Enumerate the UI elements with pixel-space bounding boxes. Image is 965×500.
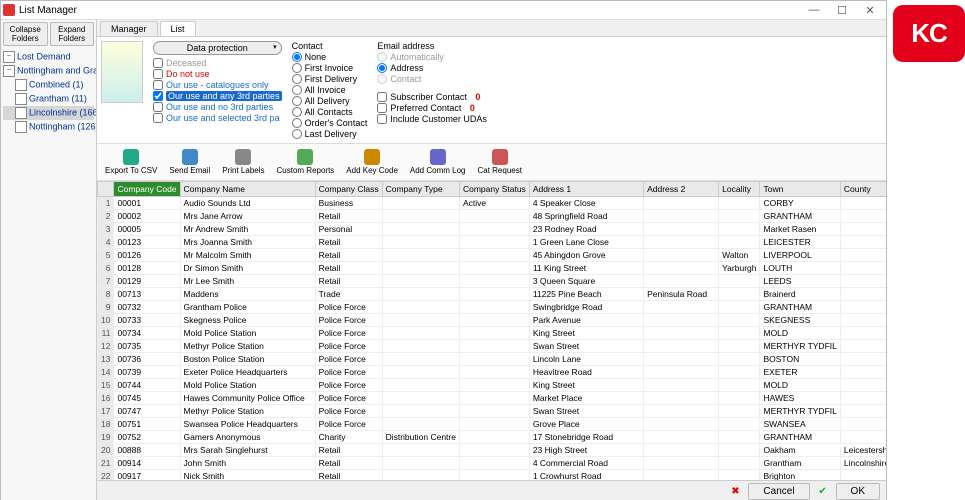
table-row[interactable]: 600128Dr Simon SmithRetail11 King Street… [98, 262, 887, 275]
tree-node[interactable]: Grantham (11) [3, 92, 94, 106]
folder-panel: Collapse Folders Expand Folders −Lost De… [1, 20, 97, 500]
ok-button[interactable]: OK [836, 483, 880, 500]
column-header[interactable]: Locality [719, 182, 760, 197]
dp-selected-3rd[interactable]: Our use and selected 3rd pa [153, 113, 282, 123]
tree-node[interactable]: −Nottingham and Grantham [3, 64, 94, 78]
table-row[interactable]: 200002Mrs Jane ArrowRetail48 Springfield… [98, 210, 887, 223]
ok-icon: ✔ [816, 484, 830, 498]
folder-tree[interactable]: −Lost Demand−Nottingham and GranthamComb… [1, 48, 96, 500]
table-row[interactable]: 1900752Gamers AnonymousCharityDistributi… [98, 431, 887, 444]
action-toolbar: Export To CSVSend EmailPrint LabelsCusto… [97, 144, 886, 181]
table-row[interactable]: 1400739Exeter Police HeadquartersPolice … [98, 366, 887, 379]
table-row[interactable]: 1000733Skegness PolicePolice ForcePark A… [98, 314, 887, 327]
table-row[interactable]: 1800751Swansea Police HeadquartersPolice… [98, 418, 887, 431]
collapse-folders-button[interactable]: Collapse Folders [3, 22, 48, 46]
add-comm-log-button[interactable]: Add Comm Log [406, 147, 470, 177]
tabs: Manager List [97, 20, 886, 37]
table-row[interactable]: 2100914John SmithRetail4 Commercial Road… [98, 457, 887, 470]
preferred-contact[interactable]: Preferred Contact 0 [377, 103, 487, 113]
table-row[interactable]: 1500744Mold Police StationPolice ForceKi… [98, 379, 887, 392]
contact-all-delivery[interactable]: All Delivery [292, 96, 368, 106]
tab-list[interactable]: List [160, 21, 196, 36]
dp-deceased[interactable]: Deceased [153, 58, 282, 68]
column-header[interactable]: Company Name [180, 182, 315, 197]
table-row[interactable]: 2000888Mrs Sarah SinglehurstRetail23 Hig… [98, 444, 887, 457]
minimize-button[interactable]: — [800, 2, 828, 18]
contact-heading: Contact [292, 41, 368, 51]
close-button[interactable]: ✕ [856, 2, 884, 18]
maximize-button[interactable]: ☐ [828, 2, 856, 18]
column-header[interactable]: Address 1 [529, 182, 643, 197]
expand-folders-button[interactable]: Expand Folders [50, 22, 95, 46]
send-email-button[interactable]: Send Email [165, 147, 214, 177]
table-row[interactable]: 500126Mr Malcolm SmithRetail45 Abingdon … [98, 249, 887, 262]
table-row[interactable]: 400123Mrs Joanna SmithRetail1 Green Lane… [98, 236, 887, 249]
subscriber-contact[interactable]: Subscriber Contact 0 [377, 92, 487, 102]
table-row[interactable]: 1200735Methyr Police StationPolice Force… [98, 340, 887, 353]
table-row[interactable]: 100001Audio Sounds LtdBusinessActive4 Sp… [98, 197, 887, 210]
table-row[interactable]: 900732Grantham PolicePolice ForceSwingbr… [98, 301, 887, 314]
email-contact[interactable]: Contact [377, 74, 487, 84]
table-row[interactable]: 1600745Hawes Community Police OfficePoli… [98, 392, 887, 405]
custom-reports-button[interactable]: Custom Reports [273, 147, 339, 177]
column-header[interactable]: County [840, 182, 886, 197]
contact-all-invoice[interactable]: All Invoice [292, 85, 368, 95]
dp-catalogues-only[interactable]: Our use - catalogues only [153, 80, 282, 90]
cancel-button[interactable]: Cancel [748, 483, 809, 500]
print-labels-button[interactable]: Print Labels [218, 147, 268, 177]
contact-orders-contact[interactable]: Order's Contact [292, 118, 368, 128]
email-heading: Email address [377, 41, 487, 51]
column-header[interactable]: Company Code [114, 182, 180, 197]
email-address[interactable]: Address [377, 63, 487, 73]
cat-request-button[interactable]: Cat Request [473, 147, 525, 177]
table-row[interactable]: 800713MaddensTrade11225 Pine BeachPenins… [98, 288, 887, 301]
table-row[interactable]: 1700747Methyr Police StationPolice Force… [98, 405, 887, 418]
cancel-icon: ✖ [728, 484, 742, 498]
window: List Manager — ☐ ✕ Collapse Folders Expa… [0, 0, 887, 500]
email-group: Email address Automatically Address Cont… [377, 41, 487, 124]
table-row[interactable]: 300005Mr Andrew SmithPersonal23 Rodney R… [98, 223, 887, 236]
tree-node[interactable]: Lincolnshire (166) [3, 106, 94, 120]
tree-node[interactable]: −Lost Demand [3, 50, 94, 64]
export-csv-button[interactable]: Export To CSV [101, 147, 161, 177]
dp-no-3rd[interactable]: Our use and no 3rd parties [153, 102, 282, 112]
contact-last-delivery[interactable]: Last Delivery [292, 129, 368, 139]
contact-first-delivery[interactable]: First Delivery [292, 74, 368, 84]
app-icon [3, 4, 15, 16]
table-row[interactable]: 700129Mr Lee SmithRetail3 Queen SquareLE… [98, 275, 887, 288]
dialog-footer: ✖ Cancel ✔ OK [97, 480, 886, 500]
contact-none[interactable]: None [292, 52, 368, 62]
table-row[interactable]: 1100734Mold Police StationPolice ForceKi… [98, 327, 887, 340]
titlebar: List Manager — ☐ ✕ [1, 1, 886, 20]
tree-node[interactable]: Combined (1) [3, 78, 94, 92]
include-customer-udas[interactable]: Include Customer UDAs [377, 114, 487, 124]
list-thumbnail [101, 41, 143, 103]
contact-first-invoice[interactable]: First Invoice [292, 63, 368, 73]
contact-all-contacts[interactable]: All Contacts [292, 107, 368, 117]
add-key-code-button[interactable]: Add Key Code [342, 147, 402, 177]
table-row[interactable]: 1300736Boston Police StationPolice Force… [98, 353, 887, 366]
email-auto[interactable]: Automatically [377, 52, 487, 62]
column-header[interactable]: Company Status [459, 182, 529, 197]
kc-logo: KC [893, 5, 965, 62]
tree-node[interactable]: Nottingham (126) [3, 120, 94, 134]
data-protection-dropdown[interactable]: Data protection [153, 41, 282, 55]
window-title: List Manager [19, 5, 77, 16]
data-protection-group: Data protection Deceased Do not use Our … [153, 41, 282, 123]
column-header[interactable]: Address 2 [644, 182, 719, 197]
column-header[interactable]: Company Class [315, 182, 382, 197]
filter-bar: Data protection Deceased Do not use Our … [97, 37, 886, 144]
column-header[interactable]: Town [760, 182, 840, 197]
dp-do-not-use[interactable]: Do not use [153, 69, 282, 79]
table-row[interactable]: 2200917Nick SmithRetail1 Crowhurst RoadB… [98, 470, 887, 481]
dp-any-3rd[interactable]: Our use and any 3rd parties [153, 91, 282, 101]
column-header[interactable]: Company Type [382, 182, 459, 197]
data-grid[interactable]: Company CodeCompany NameCompany ClassCom… [97, 181, 886, 480]
tab-manager[interactable]: Manager [100, 21, 158, 36]
contact-group: Contact None First Invoice First Deliver… [292, 41, 368, 139]
